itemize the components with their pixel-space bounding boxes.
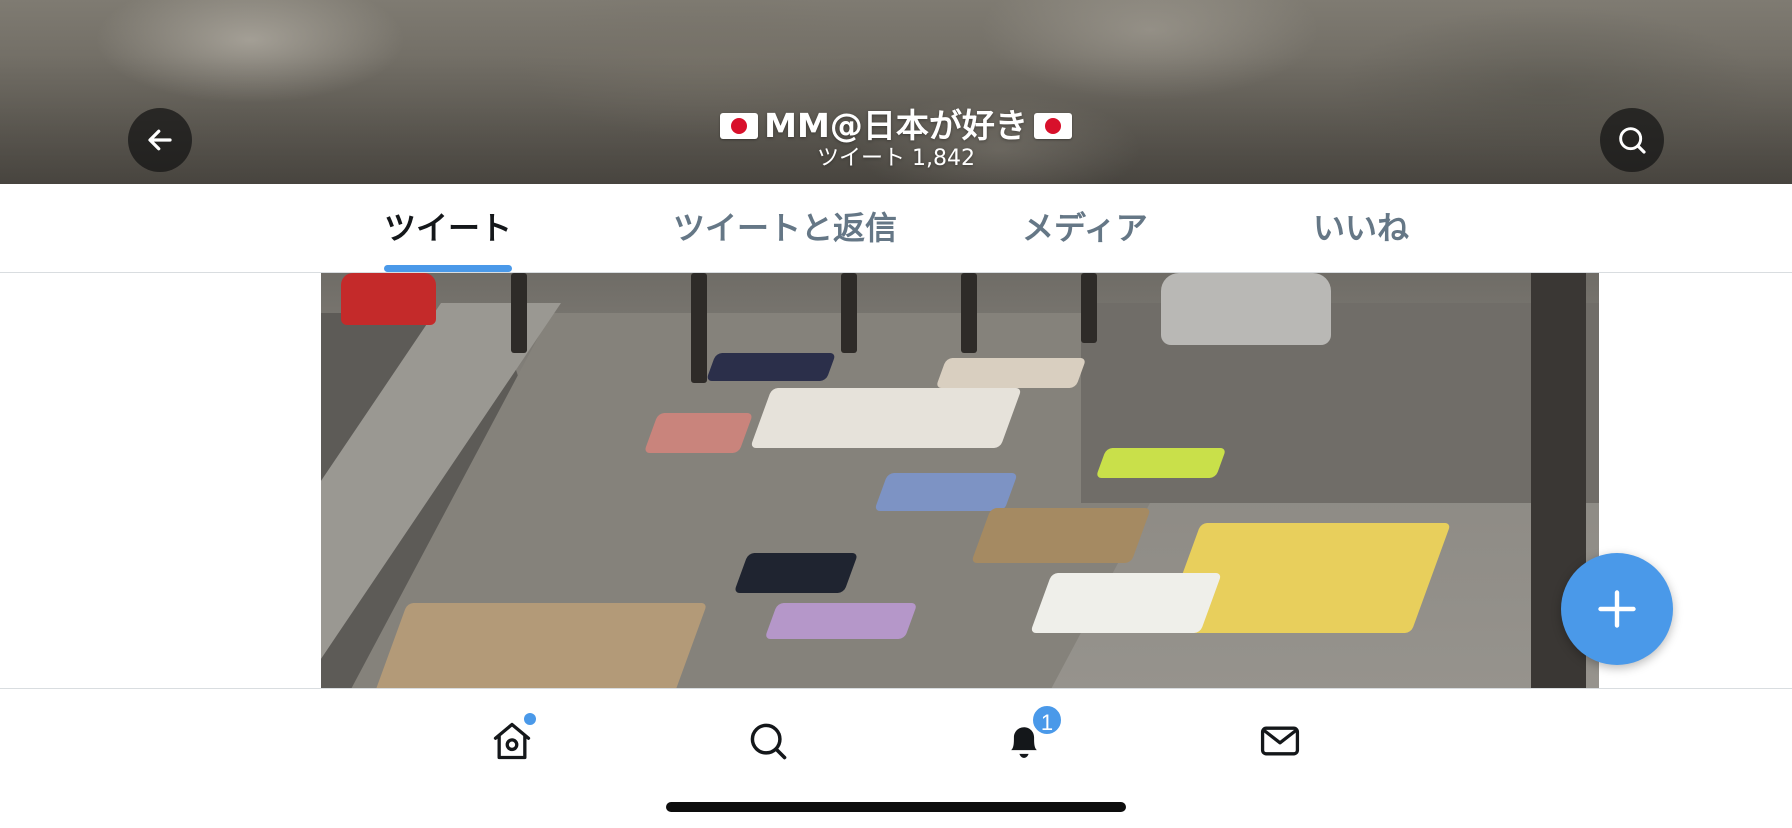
tabbar-search[interactable] <box>744 717 792 765</box>
media-scene-tree <box>511 273 527 353</box>
japan-flag-icon <box>720 113 759 139</box>
search-icon <box>1619 127 1646 154</box>
tab-tweets-and-replies[interactable]: ツイートと返信 <box>673 206 897 250</box>
media-scene-debris <box>374 603 708 688</box>
active-tab-indicator <box>384 265 512 272</box>
tabbar-notifications[interactable]: 1 <box>1000 703 1064 765</box>
media-scene-tree <box>841 273 857 353</box>
tab-tweets[interactable]: ツイート <box>384 206 512 250</box>
tab-media[interactable]: メディア <box>1022 206 1148 250</box>
media-scene-red-car <box>341 273 436 325</box>
media-scene-cloth <box>874 473 1018 511</box>
media-scene-cloth <box>705 353 837 381</box>
media-scene-tree <box>961 273 977 353</box>
notification-badge: 1 <box>1030 703 1064 737</box>
plus-icon <box>1598 590 1636 628</box>
home-indicator[interactable] <box>666 802 1126 812</box>
media-scene-cloth <box>935 358 1087 388</box>
media-scene-tree <box>1081 273 1097 343</box>
search-button[interactable] <box>1600 108 1664 172</box>
japan-flag-icon <box>1033 113 1072 139</box>
profile-title: MM@日本が好き <box>0 106 1792 146</box>
tweet-count: ツイート 1,842 <box>817 146 975 171</box>
compose-tweet-button[interactable] <box>1561 553 1673 665</box>
media-scene-cloth <box>764 603 918 639</box>
tweet-media-video[interactable] <box>321 273 1599 688</box>
media-scene-mattress <box>643 413 754 453</box>
media-scene-silver-car <box>1161 273 1331 345</box>
profile-display-name: MM@日本が好き <box>764 106 1028 145</box>
home-unread-dot <box>524 713 536 725</box>
profile-tabs: ツイート ツイートと返信 メディア いいね <box>0 184 1792 273</box>
search-icon <box>750 723 787 760</box>
media-scene-cardboard <box>970 508 1152 563</box>
tab-likes[interactable]: いいね <box>1313 206 1409 250</box>
media-scene-tree <box>691 273 707 383</box>
home-icon <box>493 722 531 760</box>
media-scene-cloth <box>1095 448 1227 478</box>
media-scene-cloth <box>733 553 859 593</box>
media-scene-blanket <box>1030 573 1222 633</box>
media-scene-mattress <box>750 388 1022 448</box>
tabbar-messages[interactable] <box>1256 717 1304 765</box>
mail-icon <box>1260 726 1300 756</box>
tabbar-home[interactable] <box>488 713 536 765</box>
